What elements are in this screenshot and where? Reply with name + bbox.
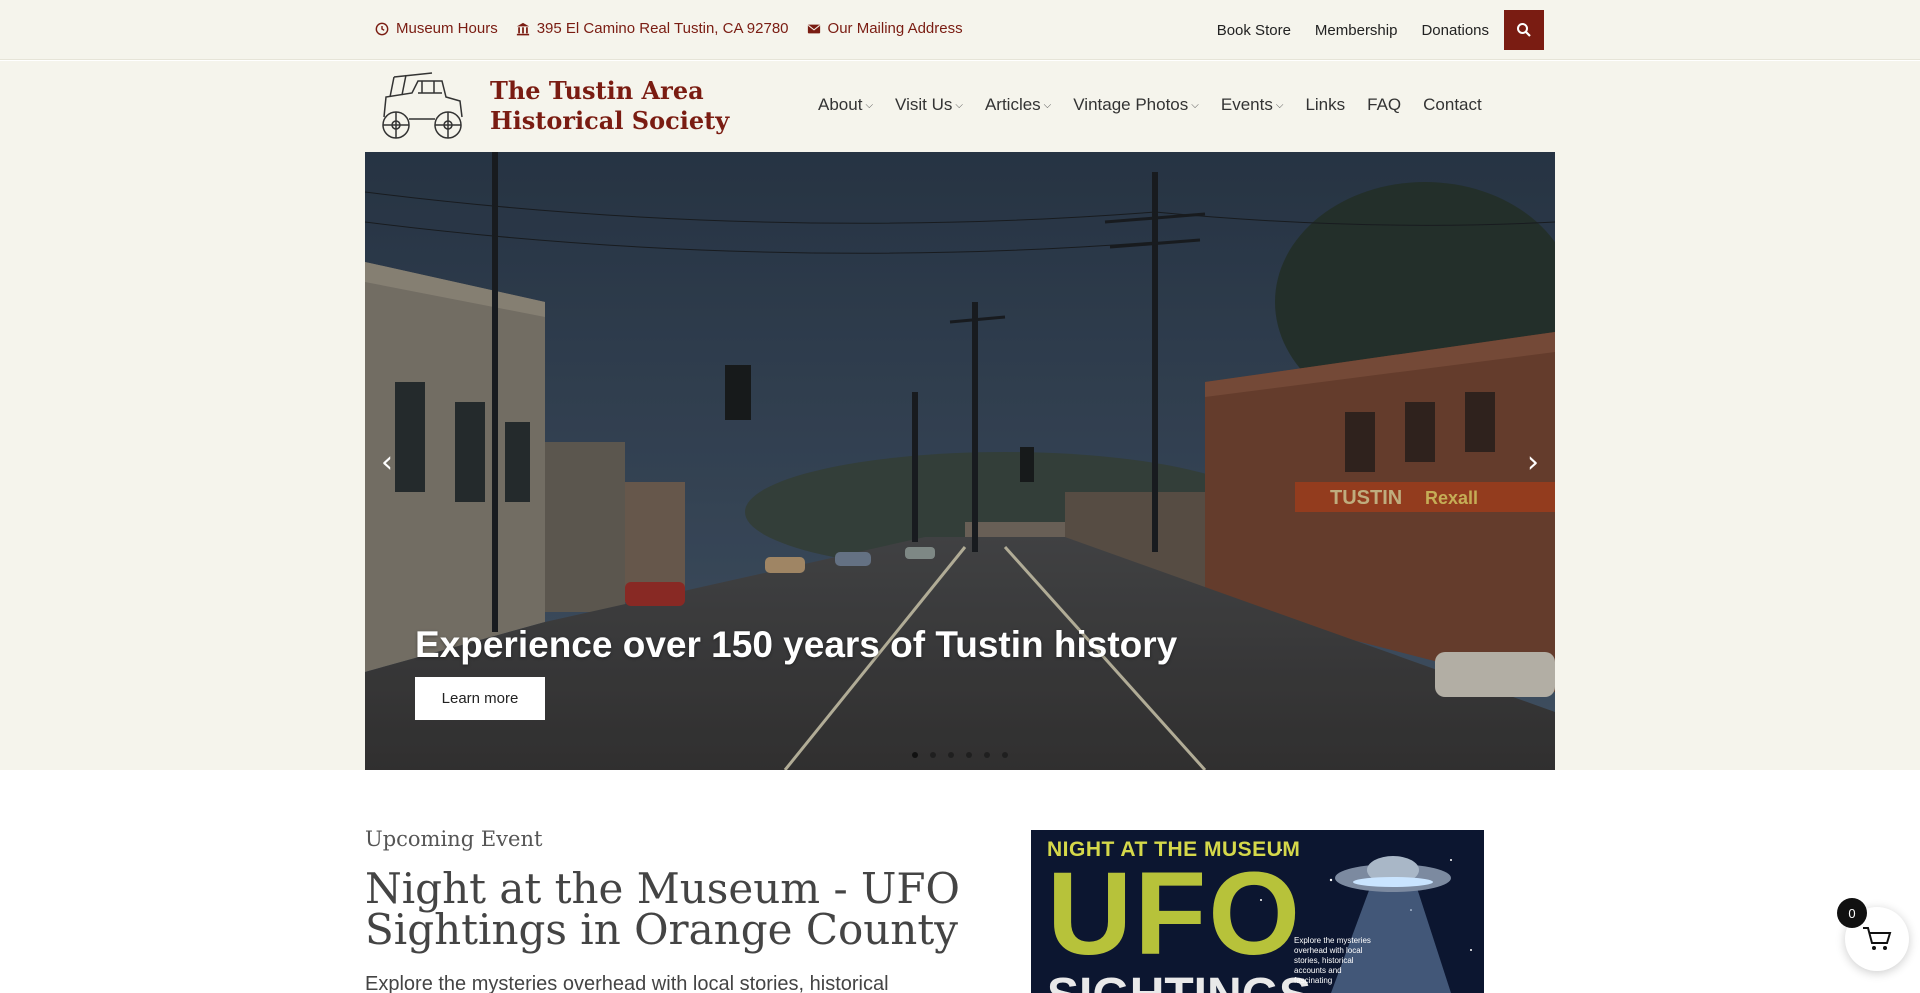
envelope-icon: [807, 24, 820, 33]
chevron-down-icon: ⌵: [955, 99, 963, 111]
slider-dot[interactable]: [912, 752, 918, 758]
slider-dot[interactable]: [930, 752, 936, 758]
address-link[interactable]: 395 El Camino Real Tustin, CA 92780: [516, 20, 789, 37]
slider-dot[interactable]: [1002, 752, 1008, 758]
nav-links-label: Links: [1305, 95, 1346, 114]
nav-visit-us[interactable]: Visit Us ⌵: [895, 95, 963, 115]
nav-articles[interactable]: Articles ⌵: [985, 95, 1051, 115]
cart-icon: [1863, 927, 1892, 950]
site-header: The Tustin Area Historical Society About…: [0, 61, 1920, 153]
nav-vintage-photos-label: Vintage Photos: [1073, 95, 1189, 114]
chevron-left-icon: ‹: [381, 444, 393, 480]
hero-caption: Experience over 150 years of Tustin hist…: [415, 624, 1178, 665]
address-label: 395 El Camino Real Tustin, CA 92780: [536, 20, 789, 37]
event-poster[interactable]: NIGHT AT THE MUSEUM UFO SIGHTINGS Explor…: [1031, 830, 1484, 993]
search-button[interactable]: [1504, 10, 1544, 50]
mailing-address-link[interactable]: Our Mailing Address: [807, 20, 963, 37]
utility-nav: Book Store Membership Donations: [1217, 10, 1544, 50]
slider-dots: [912, 752, 1008, 758]
nav-articles-label: Articles: [984, 95, 1041, 114]
chevron-down-icon: ⌵: [1275, 99, 1284, 111]
event-description: Explore the mysteries overhead with loca…: [365, 973, 889, 993]
nav-about[interactable]: About ⌵: [818, 95, 873, 115]
chevron-down-icon: ⌵: [865, 99, 874, 111]
slider-next-button[interactable]: ›: [1515, 442, 1551, 482]
poster-sightings-text: SIGHTINGS: [1047, 968, 1311, 993]
nav-visit-us-label: Visit Us: [895, 95, 953, 114]
book-store-link[interactable]: Book Store: [1217, 22, 1291, 39]
nav-faq[interactable]: FAQ: [1367, 95, 1401, 115]
site-title[interactable]: The Tustin Area Historical Society: [490, 76, 729, 136]
site-logo[interactable]: [372, 67, 468, 147]
nav-faq-label: FAQ: [1367, 95, 1402, 114]
top-bar: Museum Hours 395 El Camino Real Tustin, …: [0, 0, 1920, 60]
contact-strip: Museum Hours 395 El Camino Real Tustin, …: [375, 20, 963, 37]
nav-contact[interactable]: Contact: [1423, 95, 1482, 115]
museum-icon: [516, 22, 529, 35]
cart-count-badge: 0: [1837, 898, 1867, 928]
main-nav: About ⌵ Visit Us ⌵ Articles ⌵ Vintage Photo…: [818, 95, 1482, 115]
learn-more-button[interactable]: Learn more: [415, 677, 545, 720]
search-icon: [1517, 23, 1531, 37]
chevron-down-icon: ⌵: [1191, 99, 1199, 111]
nav-about-label: About: [818, 95, 863, 114]
clock-icon: [375, 22, 389, 35]
membership-link[interactable]: Membership: [1315, 22, 1398, 39]
nav-events-label: Events: [1220, 95, 1273, 114]
museum-hours-link[interactable]: Museum Hours: [375, 20, 498, 37]
hero-slider: TUSTIN Rexall: [365, 152, 1555, 770]
site-title-line1: The Tustin Area: [490, 76, 704, 105]
nav-contact-label: Contact: [1423, 95, 1482, 114]
event-title[interactable]: Night at the Museum - UFO Sightings in O…: [365, 868, 985, 951]
donations-link[interactable]: Donations: [1421, 22, 1489, 39]
slider-prev-button[interactable]: ‹: [369, 442, 405, 482]
nav-vintage-photos[interactable]: Vintage Photos ⌵: [1073, 95, 1199, 115]
chevron-right-icon: ›: [1527, 444, 1539, 480]
slider-dot[interactable]: [948, 752, 954, 758]
site-title-line2: Historical Society: [490, 106, 730, 135]
chevron-down-icon: ⌵: [1043, 99, 1052, 111]
event-kicker: Upcoming Event: [365, 827, 543, 851]
poster-blurb: Explore the mysteries overhead with loca…: [1294, 936, 1371, 985]
poster-ufo-text: UFO: [1047, 848, 1303, 980]
nav-events[interactable]: Events ⌵: [1221, 95, 1284, 115]
slider-dot[interactable]: [966, 752, 972, 758]
slider-dot[interactable]: [984, 752, 990, 758]
museum-hours-label: Museum Hours: [396, 20, 498, 37]
mailing-address-label: Our Mailing Address: [827, 20, 963, 37]
nav-links[interactable]: Links: [1305, 95, 1345, 115]
